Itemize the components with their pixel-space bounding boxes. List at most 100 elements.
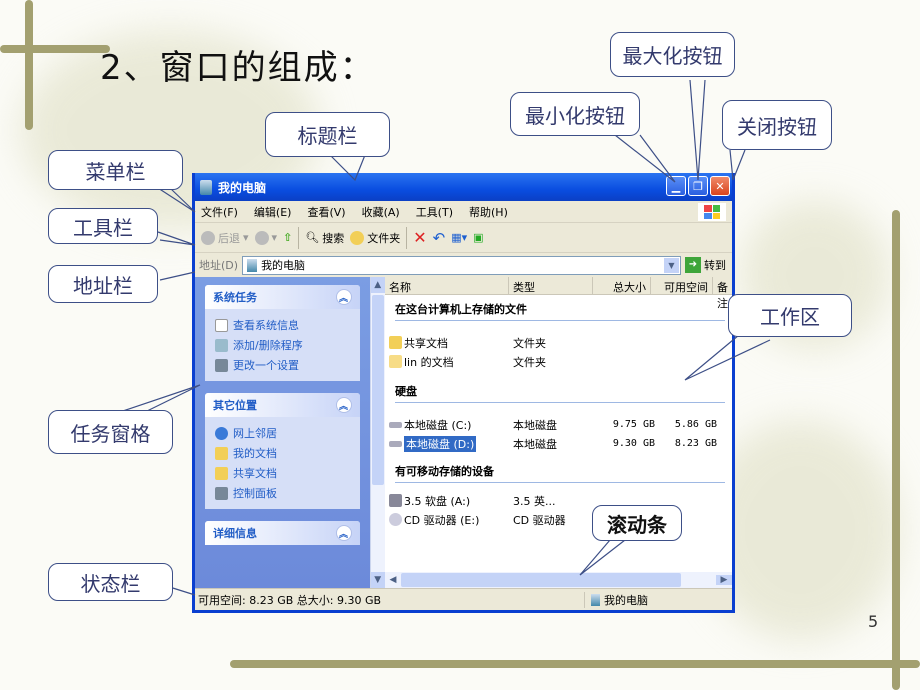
address-input[interactable]: 我的电脑 ▼ [242,255,681,275]
place-item[interactable]: 网上邻居 [215,423,350,443]
divider [298,226,300,249]
undo-icon[interactable]: ↶ [433,229,446,247]
back-button[interactable]: 后退 ▾ [201,230,249,246]
folder-icon [350,230,365,245]
panel-title: 其它位置 [213,399,257,412]
horizontal-scrollbar[interactable]: ◀ ▶ [385,572,732,588]
place-label: 控制面板 [233,487,277,500]
callout-title-bar: 标题栏 [265,112,390,157]
maximize-button[interactable]: ❐ [688,176,708,196]
drive-name: 3.5 软盘 (A:) [404,494,471,508]
collapse-icon[interactable]: ︽ [335,525,352,541]
column-name[interactable]: 名称 [385,277,509,294]
file-name: lin 的文档 [404,355,454,369]
views-icon[interactable]: ▦▾ [451,231,467,244]
scroll-down-icon[interactable]: ▼ [370,572,385,588]
file-row[interactable]: 共享文档 文件夹 [385,333,732,352]
vine-decoration [892,210,900,690]
up-folder-icon[interactable]: ⇧ [283,231,292,244]
folders-button[interactable]: 文件夹 [350,230,400,246]
scroll-thumb[interactable] [401,573,681,587]
drive-type: CD 驱动器 [513,513,566,527]
control-panel-icon [215,358,228,372]
place-item[interactable]: 共享文档 [215,463,350,483]
address-label: 地址(D) [199,259,239,272]
minimize-button[interactable]: ▁ [666,176,686,196]
group-header: 有可移动存储的设备 [395,463,725,483]
column-size[interactable]: 总大小 [593,277,651,294]
menu-help[interactable]: 帮助(H) [469,204,508,220]
go-button[interactable]: ➜ 转到 [685,257,732,273]
add-remove-icon [215,338,228,352]
place-item[interactable]: 控制面板 [215,483,350,503]
task-item[interactable]: 更改一个设置 [215,355,350,375]
menu-view[interactable]: 查看(V) [307,204,345,220]
search-button[interactable]: 🔍︎ 搜索 [305,230,344,246]
scroll-left-icon[interactable]: ◀ [385,575,401,585]
column-comment[interactable]: 备注 [713,277,732,310]
network-icon [215,426,228,440]
panel-title: 系统任务 [213,291,257,304]
back-arrow-icon [201,230,215,245]
group-header: 在这台计算机上存储的文件 [395,301,725,321]
menu-edit[interactable]: 编辑(E) [254,204,292,220]
column-type[interactable]: 类型 [509,277,593,294]
column-free[interactable]: 可用空间 [651,277,713,294]
go-label: 转到 [704,259,726,272]
hard-drive-icon [389,440,402,447]
my-documents-icon [215,446,228,460]
drive-type: 3.5 英... [513,494,556,508]
delete-icon[interactable]: ✕ [413,228,426,247]
explorer-window: 我的电脑 ▁ ❐ ✕ 文件(F) 编辑(E) 查看(V) 收藏(A) 工具(T)… [192,173,735,613]
status-location: 我的电脑 [604,593,648,607]
menu-tools[interactable]: 工具(T) [416,204,453,220]
drive-row[interactable]: 3.5 软盘 (A:) 3.5 英... [385,491,732,510]
file-type: 文件夹 [513,355,546,369]
search-icon: 🔍︎ [305,231,320,244]
drive-size: 9.75 GB [612,419,655,430]
file-row[interactable]: lin 的文档 文件夹 [385,352,732,371]
task-item[interactable]: 添加/删除程序 [215,335,350,355]
forward-arrow-icon [254,230,269,245]
panel-title: 详细信息 [213,527,257,540]
callout-close: 关闭按钮 [722,100,832,150]
folder-icon [215,466,228,480]
collapse-icon[interactable]: ︽ [335,397,352,413]
file-name: 共享文档 [404,336,448,350]
computer-icon [200,179,212,195]
file-type: 文件夹 [513,336,546,350]
scroll-thumb[interactable] [371,295,384,485]
vertical-scrollbar[interactable]: ▲ ▼ [369,277,385,588]
refresh-icon[interactable]: ▣ [473,231,483,244]
title-bar[interactable]: 我的电脑 ▁ ❐ ✕ [195,173,732,201]
callout-toolbar: 工具栏 [48,208,158,244]
menu-favorites[interactable]: 收藏(A) [362,204,400,220]
column-headers: 名称 类型 总大小 可用空间 备注 [385,277,732,310]
page-number: 5 [868,612,879,631]
drive-row[interactable]: 本地磁盘 (C:) 本地磁盘 9.75 GB 5.86 GB [385,415,732,434]
control-panel-icon [215,486,228,500]
callout-address-bar: 地址栏 [48,265,158,303]
folders-label: 文件夹 [367,231,401,245]
vine-decoration [0,45,110,53]
menu-file[interactable]: 文件(F) [201,204,238,220]
vine-decoration [230,660,920,668]
callout-scrollbar: 滚动条 [592,505,682,541]
place-item[interactable]: 我的文档 [215,443,350,463]
collapse-icon[interactable]: ︽ [335,289,352,305]
drive-free: 5.86 GB [674,419,717,430]
chevron-down-icon[interactable]: ▼ [664,257,679,273]
task-item[interactable]: 查看系统信息 [215,315,350,335]
drive-row-selected[interactable]: 本地磁盘 (D:) 本地磁盘 9.30 GB 8.23 GB [385,434,732,453]
work-area: 名称 类型 总大小 可用空间 备注 在这台计算机上存储的文件 共享文档 文件夹 l… [385,277,732,588]
callout-status-bar: 状态栏 [48,563,173,601]
callout-maximize: 最大化按钮 [610,32,735,77]
scroll-up-icon[interactable]: ▲ [370,277,385,293]
drive-name: CD 驱动器 (E:) [404,513,480,527]
close-button[interactable]: ✕ [710,176,730,196]
windows-logo-icon [698,203,726,221]
panel-details: 详细信息 ︽ [205,521,360,545]
forward-button[interactable]: ▾ [254,230,277,245]
scroll-right-icon[interactable]: ▶ [716,575,732,585]
callout-menu-bar: 菜单栏 [48,150,183,190]
